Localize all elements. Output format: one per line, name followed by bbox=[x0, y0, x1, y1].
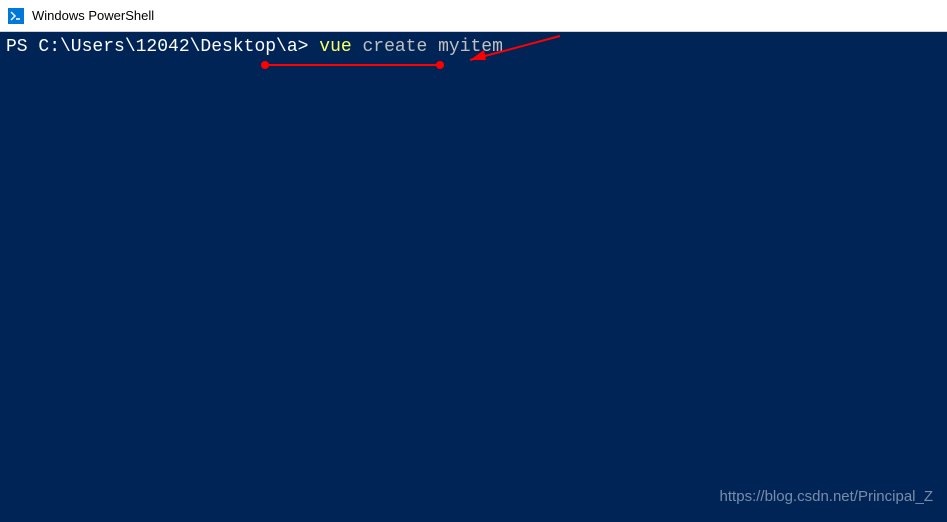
powershell-icon bbox=[8, 8, 24, 24]
terminal-area[interactable]: PS C:\Users\12042\Desktop\a> vue create … bbox=[0, 32, 947, 522]
window-title: Windows PowerShell bbox=[32, 8, 154, 23]
watermark-text: https://blog.csdn.net/Principal_Z bbox=[720, 486, 933, 508]
command-keyword: vue bbox=[319, 37, 351, 57]
window-title-bar: Windows PowerShell bbox=[0, 0, 947, 32]
prompt-line: PS C:\Users\12042\Desktop\a> vue create … bbox=[6, 36, 941, 58]
command-args: create myitem bbox=[352, 37, 503, 57]
prompt-path: PS C:\Users\12042\Desktop\a> bbox=[6, 37, 319, 57]
annotation-overlay bbox=[0, 32, 947, 522]
